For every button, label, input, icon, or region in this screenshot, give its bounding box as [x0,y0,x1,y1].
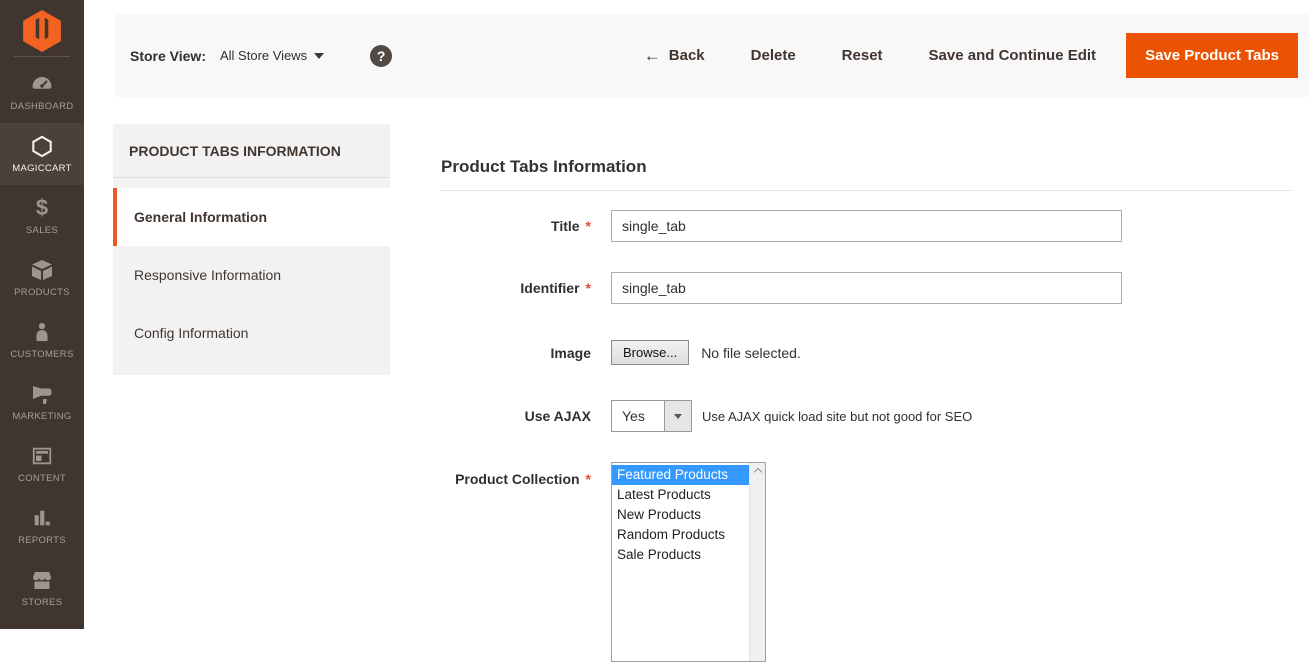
help-icon[interactable]: ? [370,45,392,67]
use-ajax-select[interactable]: Yes [611,400,692,432]
field-row-product-collection: Product Collection* Featured Products La… [441,462,1291,662]
product-tabs-panel: PRODUCT TABS INFORMATION General Informa… [113,124,390,375]
dashboard-icon [30,72,54,96]
delete-button[interactable]: Delete [751,47,796,64]
listbox-option-sale-products[interactable]: Sale Products [612,545,749,565]
toolbar-actions: ← Back Delete Reset Save and Continue Ed… [644,33,1298,78]
sidebar-item-products[interactable]: PRODUCTS [0,247,84,309]
use-ajax-label: Use AJAX [441,408,591,424]
listbox-option-new-products[interactable]: New Products [612,505,749,525]
image-label: Image [441,345,591,361]
product-collection-listbox: Featured Products Latest Products New Pr… [611,462,766,662]
chevron-down-icon [314,53,324,59]
store-view-label: Store View: [130,48,206,64]
back-arrow-icon: ← [644,48,661,63]
form-divider [441,190,1291,191]
sidebar-item-dashboard[interactable]: DASHBOARD [0,61,84,123]
field-row-use-ajax: Use AJAX Yes Use AJAX quick load site bu… [441,400,1291,432]
title-label: Title* [441,218,591,234]
content-icon [31,444,53,468]
save-product-tabs-button[interactable]: Save Product Tabs [1126,33,1298,78]
required-asterisk: * [586,280,591,296]
marketing-icon [30,382,54,406]
back-button[interactable]: ← Back [644,47,705,64]
product-collection-label: Product Collection* [441,471,591,487]
sidebar-item-marketing[interactable]: MARKETING [0,371,84,433]
magento-logo-icon [21,8,63,54]
magento-logo[interactable] [0,0,84,56]
identifier-input[interactable] [611,272,1122,304]
stores-icon [30,568,54,592]
store-view-value: All Store Views [220,48,307,63]
customers-icon [31,320,53,344]
page-title: Product Tabs Information [441,157,1291,177]
sales-icon: $ [36,196,48,220]
back-button-label: Back [669,47,705,64]
tab-general-information[interactable]: General Information [113,188,390,246]
listbox-option-random-products[interactable]: Random Products [612,525,749,545]
scroll-up-icon[interactable] [750,463,765,479]
listbox-scrollbar[interactable] [749,463,765,661]
sidebar-item-magiccart[interactable]: MAGICCART [0,123,84,185]
required-asterisk: * [586,471,591,487]
product-tabs-form: Product Tabs Information Title* Identifi… [441,157,1291,662]
store-view-switcher[interactable]: Store View: All Store Views [130,48,324,64]
tab-responsive-information[interactable]: Responsive Information [113,246,390,304]
select-arrow-icon [664,401,691,431]
sidebar-item-reports[interactable]: REPORTS [0,495,84,557]
tab-config-information[interactable]: Config Information [113,304,390,362]
products-icon [30,258,54,282]
identifier-label: Identifier* [441,280,591,296]
page-toolbar: Store View: All Store Views ? ← Back Del… [115,14,1309,97]
reports-icon [31,506,53,530]
file-status-text: No file selected. [701,345,801,361]
save-and-continue-button[interactable]: Save and Continue Edit [929,47,1097,64]
tabs-panel-spacer [113,178,390,188]
field-row-image: Image Browse... No file selected. [441,340,1291,365]
magiccart-icon [31,134,53,158]
sidebar-divider [14,56,70,57]
browse-button[interactable]: Browse... [611,340,689,365]
sidebar-menu: DASHBOARD MAGICCART $ SALES PRODUCTS [0,61,84,619]
sidebar-item-stores[interactable]: STORES [0,557,84,619]
title-input[interactable] [611,210,1122,242]
sidebar-item-customers[interactable]: CUSTOMERS [0,309,84,371]
use-ajax-selected-value: Yes [612,401,664,431]
field-row-identifier: Identifier* [441,272,1291,304]
sidebar-item-content[interactable]: CONTENT [0,433,84,495]
listbox-option-latest-products[interactable]: Latest Products [612,485,749,505]
admin-sidebar: DASHBOARD MAGICCART $ SALES PRODUCTS [0,0,84,629]
reset-button[interactable]: Reset [842,47,883,64]
required-asterisk: * [586,218,591,234]
field-row-title: Title* [441,210,1291,242]
listbox-option-featured-products[interactable]: Featured Products [612,465,749,485]
use-ajax-note: Use AJAX quick load site but not good fo… [702,409,972,424]
sidebar-item-sales[interactable]: $ SALES [0,185,84,247]
tabs-panel-header: PRODUCT TABS INFORMATION [113,124,390,178]
